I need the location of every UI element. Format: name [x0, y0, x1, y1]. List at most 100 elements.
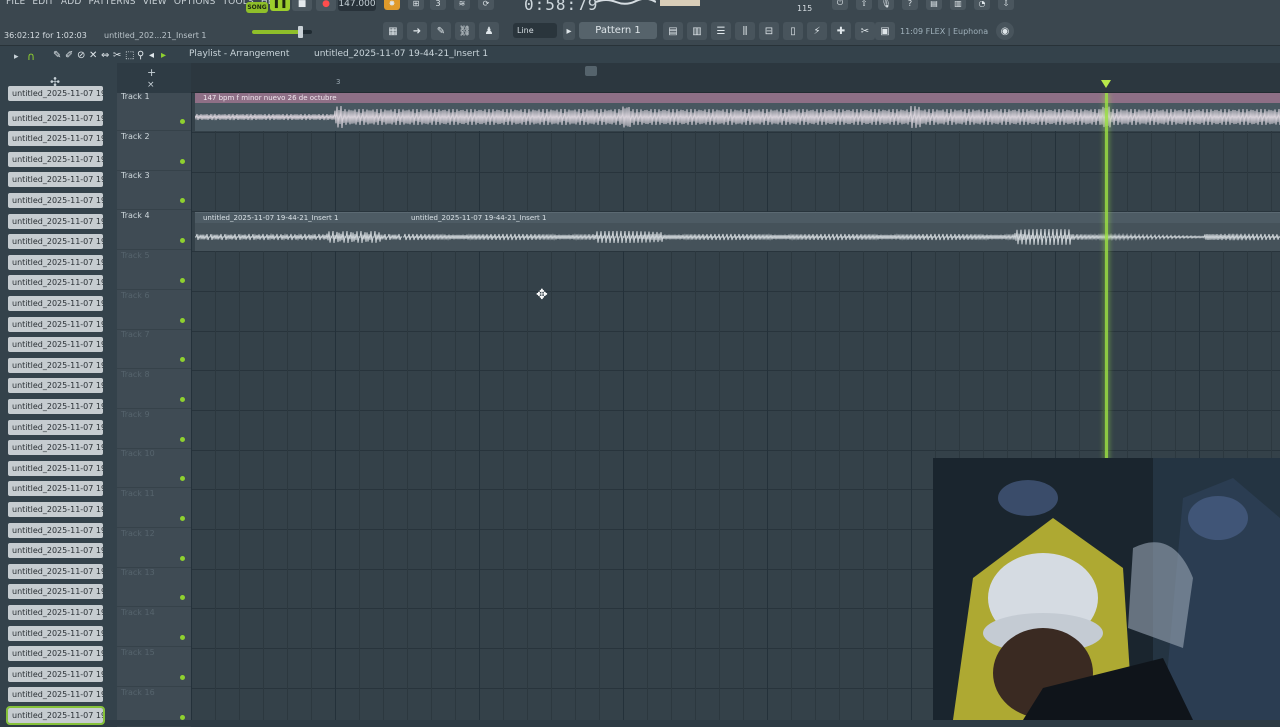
- paint-tool-icon[interactable]: ✐: [65, 47, 73, 64]
- track-enable-led[interactable]: [180, 555, 185, 561]
- arrow-icon[interactable]: ➜: [407, 22, 427, 40]
- help-icon[interactable]: ?: [902, 0, 918, 10]
- zoom-tool-icon[interactable]: ⚲: [137, 47, 144, 64]
- pattern-selector[interactable]: Pattern 1: [579, 22, 657, 39]
- blend-icon[interactable]: ≋: [454, 0, 470, 10]
- menu-item[interactable]: EDIT: [32, 0, 54, 11]
- browser-file-item[interactable]: untitled_2025-11-07 19-: [8, 357, 103, 373]
- slip-tool-icon[interactable]: ⇔: [101, 47, 109, 64]
- playlist-play-icon[interactable]: ▸: [161, 47, 166, 64]
- beat-audio-clip[interactable]: 147 bpm f minor nuevo 26 de octubre: [195, 93, 1280, 131]
- browser-file-item[interactable]: untitled_2025-11-07 19-: [8, 110, 103, 126]
- browser-file-item[interactable]: untitled_2025-11-07 19-: [8, 378, 103, 394]
- browser-file-item[interactable]: untitled_2025-11-07 19-: [8, 151, 103, 167]
- loop-icon[interactable]: ⟳: [478, 0, 494, 10]
- select-tool-icon[interactable]: ⬚: [125, 47, 134, 64]
- browser-file-item[interactable]: untitled_2025-11-07 19-: [8, 584, 103, 600]
- channel-rack-icon[interactable]: ☰: [711, 22, 731, 40]
- track-enable-led[interactable]: [180, 158, 185, 164]
- mute-tool-icon[interactable]: ✕: [89, 47, 97, 64]
- menu-item[interactable]: VIEW: [143, 0, 167, 11]
- power-icon[interactable]: ⏻: [832, 0, 848, 10]
- browser-file-item[interactable]: untitled_2025-11-07 19-: [8, 131, 103, 147]
- track-enable-led[interactable]: [180, 476, 185, 482]
- track-enable-led[interactable]: [180, 674, 185, 680]
- browser-file-item[interactable]: untitled_2025-11-07 19-: [8, 605, 103, 620]
- stop-button[interactable]: ■: [292, 0, 312, 11]
- plugin-picker-icon[interactable]: ✚: [831, 22, 851, 40]
- track-header[interactable]: Track 1: [117, 91, 191, 131]
- mixer-view-icon[interactable]: ⫼: [735, 22, 755, 40]
- browser-file-item[interactable]: untitled_2025-11-07 19-: [8, 193, 103, 208]
- stamp-icon[interactable]: ♟: [479, 22, 499, 40]
- mixer-icon[interactable]: ▥: [950, 0, 966, 10]
- track-header[interactable]: Track 14: [117, 607, 191, 648]
- vocal-clip-a[interactable]: untitled_2025-11-07 19-44-21_Insert 1: [195, 212, 403, 251]
- browser-file-item[interactable]: untitled_2025-11-07 19-: [8, 666, 103, 682]
- delete-tool-icon[interactable]: ⊘: [77, 47, 85, 64]
- chat-icon[interactable]: ◔: [974, 0, 990, 10]
- draw-tool-icon[interactable]: ✎: [53, 47, 61, 64]
- metronome-icon[interactable]: ✸: [384, 0, 400, 10]
- piano-roll-icon[interactable]: ▥: [687, 22, 707, 40]
- play-button[interactable]: ❚❚: [270, 0, 290, 11]
- track-header[interactable]: Track 13: [117, 567, 191, 608]
- browser-file-item[interactable]: untitled_2025-11-07 19-: [8, 522, 103, 538]
- track-header[interactable]: Track 8: [117, 369, 191, 409]
- plugin-icon[interactable]: ⚡: [807, 22, 827, 40]
- track-enable-led[interactable]: [180, 436, 185, 442]
- file-icon[interactable]: ▯: [783, 22, 803, 40]
- track-enable-led[interactable]: [180, 595, 185, 601]
- globe-icon[interactable]: ◉: [996, 22, 1014, 40]
- track-header[interactable]: Track 16: [117, 687, 191, 727]
- cleaner-icon[interactable]: ✂: [855, 22, 875, 40]
- close-x-icon[interactable]: ×: [147, 80, 155, 90]
- browser-file-item[interactable]: untitled_2025-11-07 19-: [8, 234, 103, 250]
- playlist-icon[interactable]: ▤: [663, 22, 683, 40]
- browser-file-item[interactable]: untitled_2025-11-07 19-: [8, 419, 103, 435]
- browser-file-item[interactable]: untitled_2025-11-07 19-: [6, 706, 105, 725]
- save-icon[interactable]: ▤: [926, 0, 942, 10]
- expand-icon[interactable]: ▸: [14, 52, 19, 62]
- browser-file-item[interactable]: untitled_2025-11-07 19-: [8, 275, 103, 291]
- track-enable-led[interactable]: [180, 238, 185, 244]
- upload-icon[interactable]: ⇧: [856, 0, 872, 10]
- track-header[interactable]: Track 5: [117, 250, 191, 290]
- download-icon[interactable]: ⇩: [998, 0, 1014, 10]
- browser-file-item[interactable]: untitled_2025-11-07 19-: [8, 86, 103, 101]
- track-enable-led[interactable]: [180, 357, 185, 363]
- play-pattern-icon[interactable]: ▸: [563, 22, 575, 40]
- track-header[interactable]: Track 2: [117, 131, 191, 171]
- track-header[interactable]: Track 12: [117, 528, 191, 568]
- menu-item[interactable]: FILE: [6, 0, 25, 11]
- browser-file-item[interactable]: untitled_2025-11-07 19-: [8, 337, 103, 353]
- track-enable-led[interactable]: [180, 198, 185, 204]
- browser-file-item[interactable]: untitled_2025-11-07 19-: [8, 687, 103, 703]
- tempo-display[interactable]: 147.000: [338, 0, 376, 11]
- menu-item[interactable]: PATTERNS: [89, 0, 136, 11]
- browser-file-item[interactable]: untitled_2025-11-07 19-: [8, 296, 103, 311]
- playback-tool-icon[interactable]: ◂: [149, 47, 154, 64]
- track-header[interactable]: Track 3: [117, 170, 191, 211]
- browser-file-item[interactable]: untitled_2025-11-07 19-: [8, 460, 103, 476]
- record-button[interactable]: ●: [316, 0, 336, 11]
- browser-file-item[interactable]: untitled_2025-11-07 19-: [8, 399, 103, 414]
- trash-icon[interactable]: ▣: [875, 22, 895, 40]
- playhead-marker[interactable]: [1101, 80, 1111, 88]
- browser-file-item[interactable]: untitled_2025-11-07 19-: [8, 172, 103, 188]
- magnet-icon[interactable]: ∩: [27, 50, 35, 63]
- menu-item[interactable]: ADD: [61, 0, 82, 11]
- browser-file-item[interactable]: untitled_2025-11-07 19-: [8, 481, 103, 497]
- link-icon[interactable]: ⛓: [455, 22, 475, 40]
- track-header[interactable]: Track 6: [117, 290, 191, 330]
- browser-file-item[interactable]: untitled_2025-11-07 19-: [8, 625, 103, 641]
- browser-file-item[interactable]: untitled_2025-11-07 19-: [8, 213, 103, 229]
- song-mode-button[interactable]: SONG: [246, 2, 268, 13]
- browser-file-item[interactable]: untitled_2025-11-07 19-: [8, 502, 103, 517]
- track-enable-led[interactable]: [180, 516, 185, 521]
- track-enable-led[interactable]: [180, 635, 185, 641]
- add-track-icon[interactable]: +: [147, 66, 156, 79]
- typing-keyboard-icon[interactable]: ▦: [383, 22, 403, 40]
- master-volume-slider[interactable]: [252, 26, 312, 38]
- menu-item[interactable]: OPTIONS: [174, 0, 216, 11]
